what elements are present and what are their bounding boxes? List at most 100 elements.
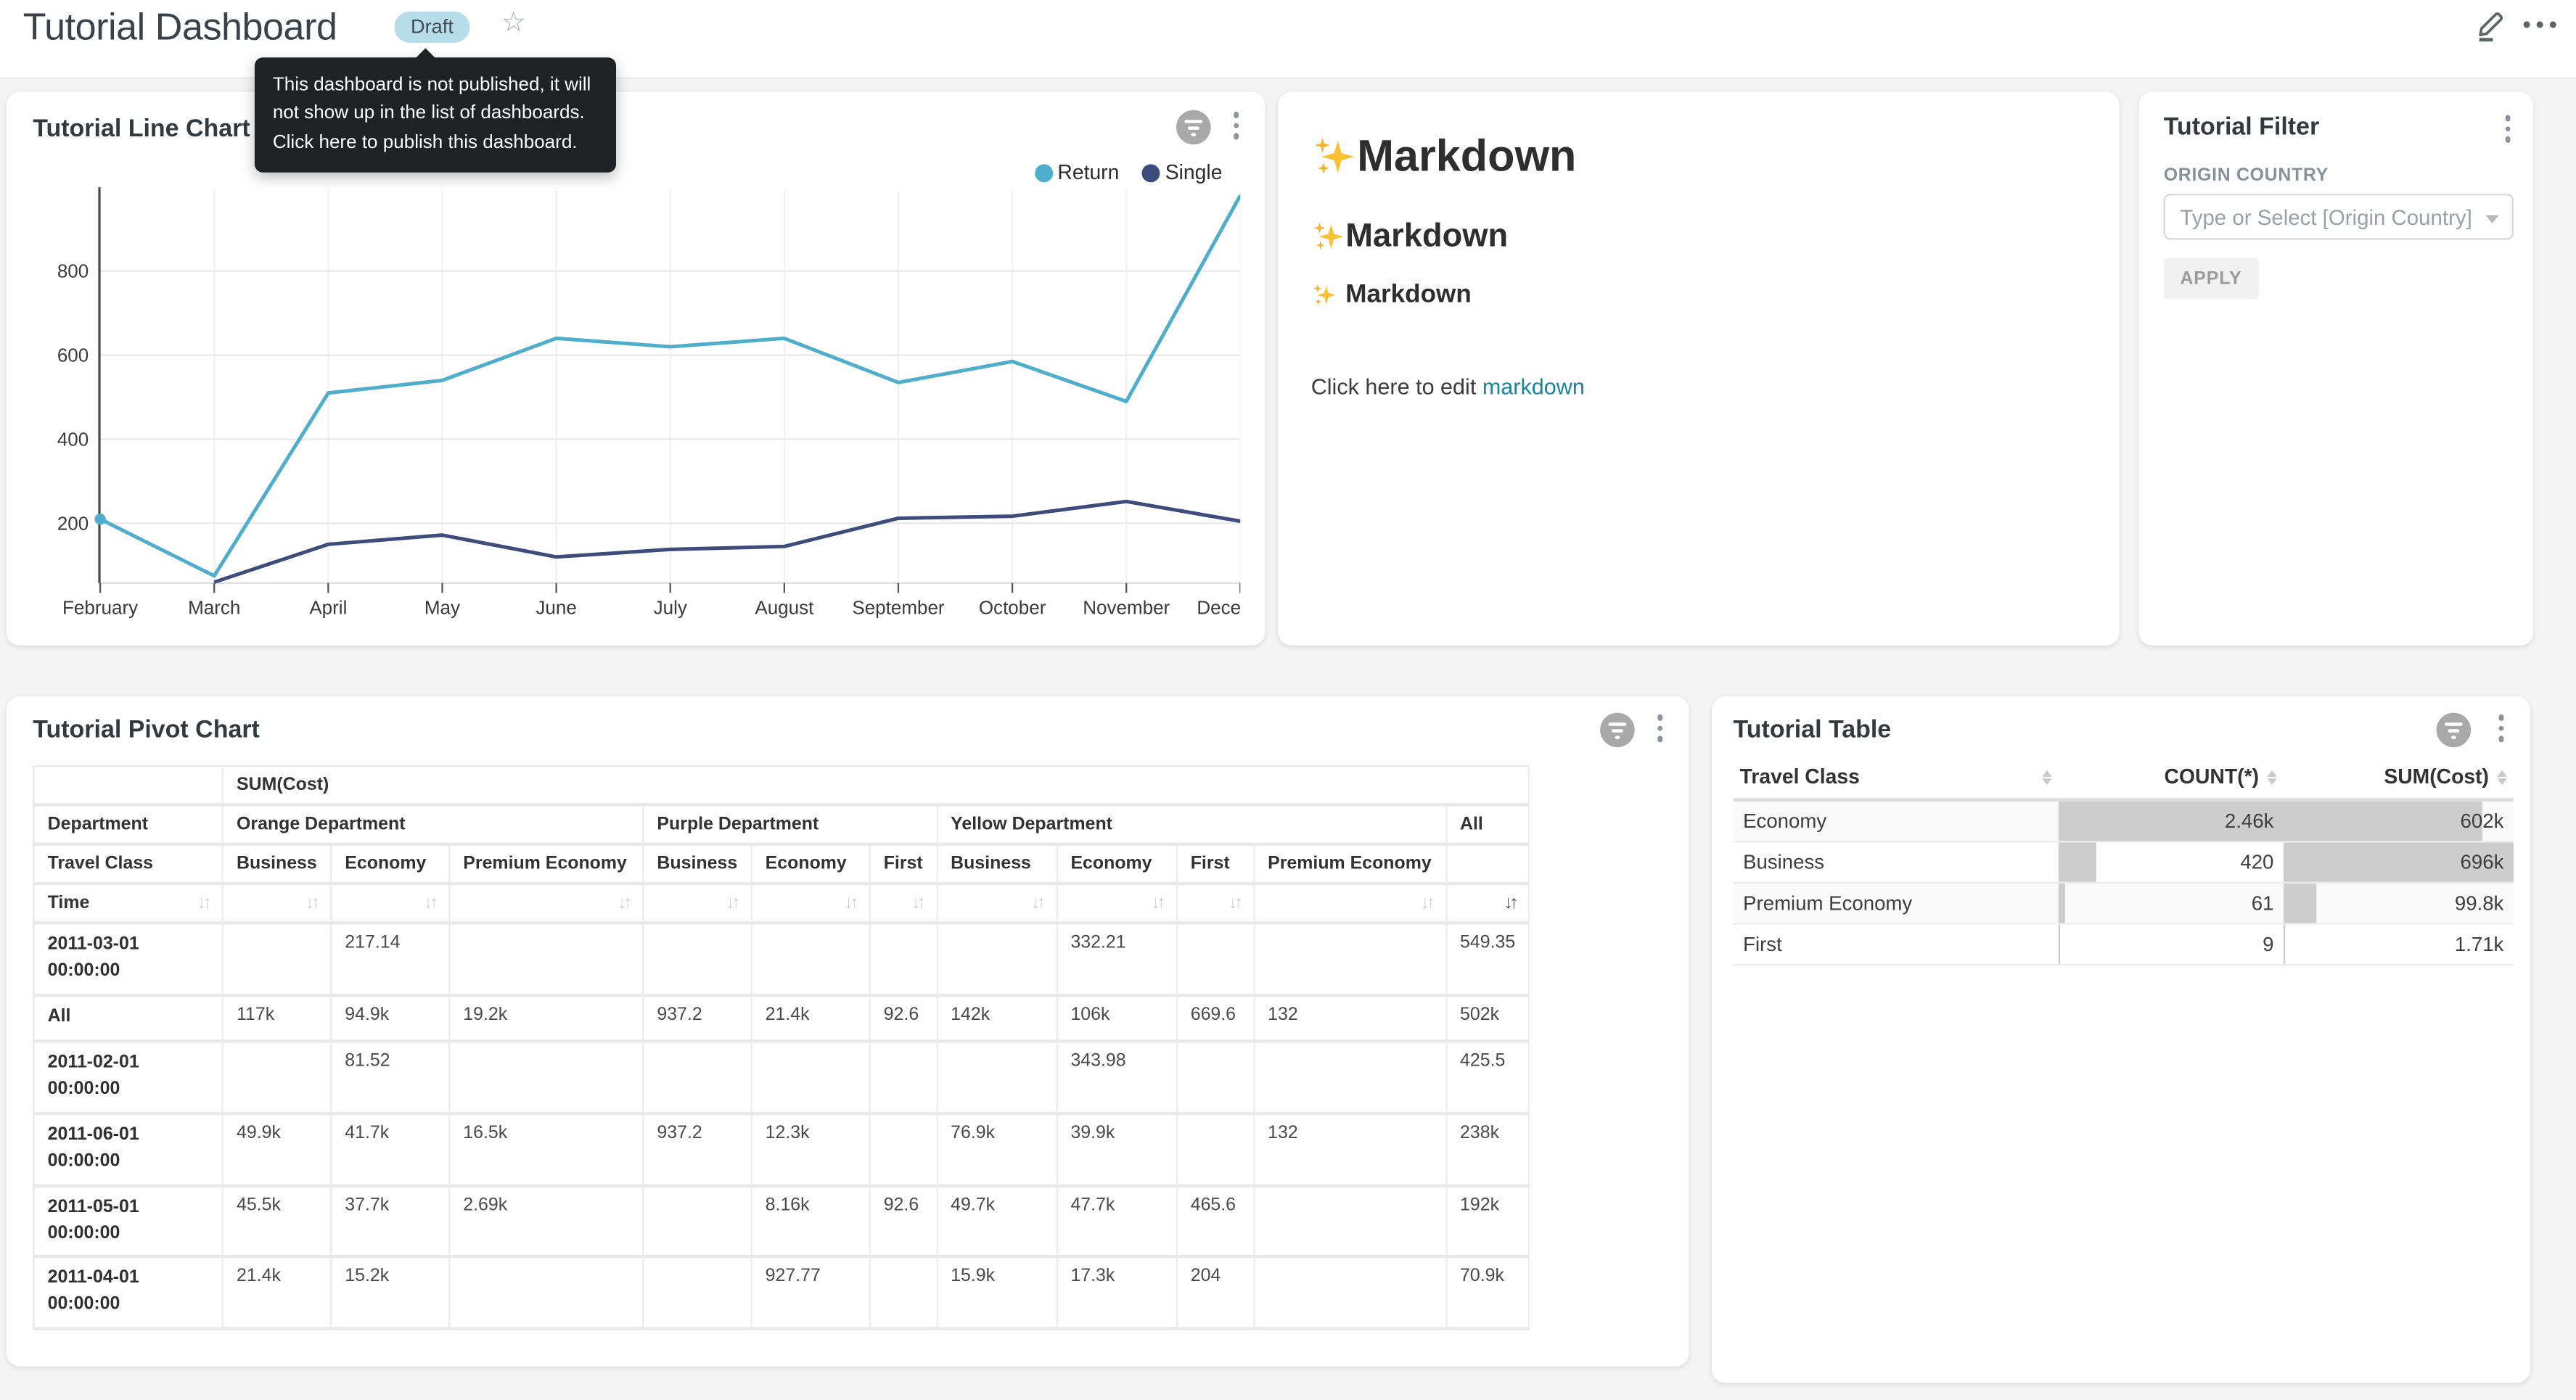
x-axis-label: July xyxy=(654,597,687,619)
apply-button[interactable]: APPLY xyxy=(2164,258,2259,299)
pivot-class-header: Economy xyxy=(332,846,450,885)
pivot-group-header: Yellow Department xyxy=(938,807,1447,846)
pivot-cell: 12.3k xyxy=(752,1115,871,1187)
pivot-cell xyxy=(1178,925,1255,997)
pivot-row-label: All xyxy=(35,997,223,1042)
edit-pencil-icon[interactable] xyxy=(2472,7,2509,43)
pivot-cell: 45.5k xyxy=(223,1187,332,1259)
x-axis-label: March xyxy=(188,597,240,619)
pivot-cell: 49.7k xyxy=(938,1187,1057,1259)
sort-icon[interactable]: ↓↑ xyxy=(197,894,209,913)
pivot-cell: 238k xyxy=(1447,1115,1530,1187)
table-row[interactable]: Premium Economy6199.8k xyxy=(1734,883,2514,924)
filter-indicator-icon[interactable] xyxy=(1600,713,1635,748)
series-single xyxy=(214,501,1240,582)
pivot-cell xyxy=(871,1042,938,1114)
pivot-cell: 465.6 xyxy=(1178,1187,1255,1259)
pivot-cell: 502k xyxy=(1447,997,1530,1042)
markdown-h3: Markdown xyxy=(1311,281,2093,310)
cell-count: 61 xyxy=(2059,883,2284,924)
data-table: Travel ClassCOUNT(*)SUM(Cost)Economy2.46… xyxy=(1734,755,2514,965)
panel-tutorial-table: Tutorial Table Travel ClassCOUNT(*)SUM(C… xyxy=(1712,696,2530,1383)
pivot-class-header xyxy=(1447,846,1530,885)
pivot-cell xyxy=(871,1115,938,1187)
pivot-row: 2011-02-01 00:00:0081.52343.98425.5 xyxy=(35,1042,1530,1114)
markdown-edit-link[interactable]: markdown xyxy=(1482,374,1585,399)
legend-item[interactable]: Single xyxy=(1142,161,1222,184)
pivot-cell: 16.5k xyxy=(450,1115,644,1187)
markdown-h1: Markdown xyxy=(1311,131,2093,182)
pivot-cell xyxy=(450,1042,644,1114)
pivot-class-header: Premium Economy xyxy=(1255,846,1447,885)
cell-sum-cost: 602k xyxy=(2284,800,2514,842)
pivot-group-header: All xyxy=(1447,807,1530,846)
filter-indicator-icon[interactable] xyxy=(2437,713,2472,748)
pivot-cell xyxy=(223,1042,332,1114)
sort-icon[interactable]: ↓↑ xyxy=(911,894,923,913)
kebab-menu-icon[interactable] xyxy=(1230,108,1242,141)
line-chart: 200400600800FebruaryMarchAprilMayJuneJul… xyxy=(7,184,1240,638)
pivot-cell: 49.9k xyxy=(223,1115,332,1187)
pivot-cell xyxy=(450,925,644,997)
sort-icon[interactable]: ↓↑ xyxy=(618,894,629,913)
svg-text:600: 600 xyxy=(57,345,89,366)
header-ellipsis-menu-icon[interactable] xyxy=(2524,21,2556,28)
sort-icon[interactable]: ↓↑ xyxy=(1421,894,1432,913)
pivot-cell: 106k xyxy=(1057,997,1177,1042)
origin-country-select[interactable]: Type or Select [Origin Country] xyxy=(2164,194,2514,239)
kebab-menu-icon[interactable] xyxy=(2495,711,2507,744)
pivot-cell: 47.7k xyxy=(1057,1187,1177,1259)
x-axis-label: June xyxy=(536,597,576,619)
pivot-class-header: Business xyxy=(644,846,752,885)
pivot-class-axis: Travel Class xyxy=(35,846,223,885)
pivot-cell xyxy=(223,925,332,997)
filter-title: Tutorial Filter xyxy=(2164,113,2319,141)
table-row[interactable]: First91.71k xyxy=(1734,924,2514,965)
sort-icon[interactable]: ↓↑ xyxy=(305,894,317,913)
pivot-cell: 92.6 xyxy=(871,997,938,1042)
sort-icon[interactable]: ↓↑ xyxy=(424,894,435,913)
chevron-down-icon xyxy=(2485,215,2498,223)
panel-markdown: Markdown Markdown Markdown Click here to… xyxy=(1278,92,2119,646)
pivot-cell: 70.9k xyxy=(1447,1259,1530,1330)
pivot-cell: 204 xyxy=(1178,1259,1255,1330)
sort-caret-icon xyxy=(2267,770,2277,784)
pivot-cell xyxy=(1178,1115,1255,1187)
table-row[interactable]: Economy2.46k602k xyxy=(1734,800,2514,842)
pivot-cell xyxy=(938,1042,1057,1114)
legend-item[interactable]: Return xyxy=(1035,161,1120,184)
table-row[interactable]: Business420696k xyxy=(1734,841,2514,883)
pivot-cell: 549.35 xyxy=(1447,925,1530,997)
pivot-cell: 17.3k xyxy=(1057,1259,1177,1330)
favorite-star-icon[interactable]: ☆ xyxy=(501,7,527,39)
sort-icon[interactable]: ↓↑ xyxy=(844,894,856,913)
pivot-cell: 15.9k xyxy=(938,1259,1057,1330)
x-axis-label: February xyxy=(62,597,138,619)
pivot-dept-axis: Department xyxy=(35,807,223,846)
kebab-menu-icon[interactable] xyxy=(1654,711,1666,744)
filter-indicator-icon[interactable] xyxy=(1176,110,1211,145)
col-header-count[interactable]: COUNT(*) xyxy=(2059,755,2284,799)
pivot-class-header: First xyxy=(1178,846,1255,885)
svg-text:200: 200 xyxy=(57,512,89,534)
sort-icon-active[interactable]: ↓↑ xyxy=(1504,894,1515,913)
sort-icon[interactable]: ↓↑ xyxy=(726,894,737,913)
kebab-menu-icon[interactable] xyxy=(2501,112,2514,145)
sparkles-icon xyxy=(1311,220,1346,255)
draft-badge[interactable]: Draft xyxy=(394,12,469,43)
pivot-cell: 132 xyxy=(1255,1115,1447,1187)
sort-icon[interactable]: ↓↑ xyxy=(1151,894,1162,913)
sort-icon[interactable]: ↓↑ xyxy=(1031,894,1043,913)
col-header-sum-cost[interactable]: SUM(Cost) xyxy=(2284,755,2514,799)
pivot-class-header: Economy xyxy=(752,846,871,885)
x-axis-label: April xyxy=(309,597,347,619)
col-header-travel-class[interactable]: Travel Class xyxy=(1734,755,2059,799)
pivot-row: 2011-04-01 00:00:0021.4k15.2k927.7715.9k… xyxy=(35,1259,1530,1330)
chart-legend: Return Single xyxy=(1035,161,1223,184)
sort-icon[interactable]: ↓↑ xyxy=(1228,894,1240,913)
pivot-cell: 425.5 xyxy=(1447,1042,1530,1114)
pivot-class-header: Business xyxy=(223,846,332,885)
table-title: Tutorial Table xyxy=(1734,716,1892,744)
pivot-cell xyxy=(644,1187,752,1259)
legend-dot-icon xyxy=(1142,163,1160,181)
